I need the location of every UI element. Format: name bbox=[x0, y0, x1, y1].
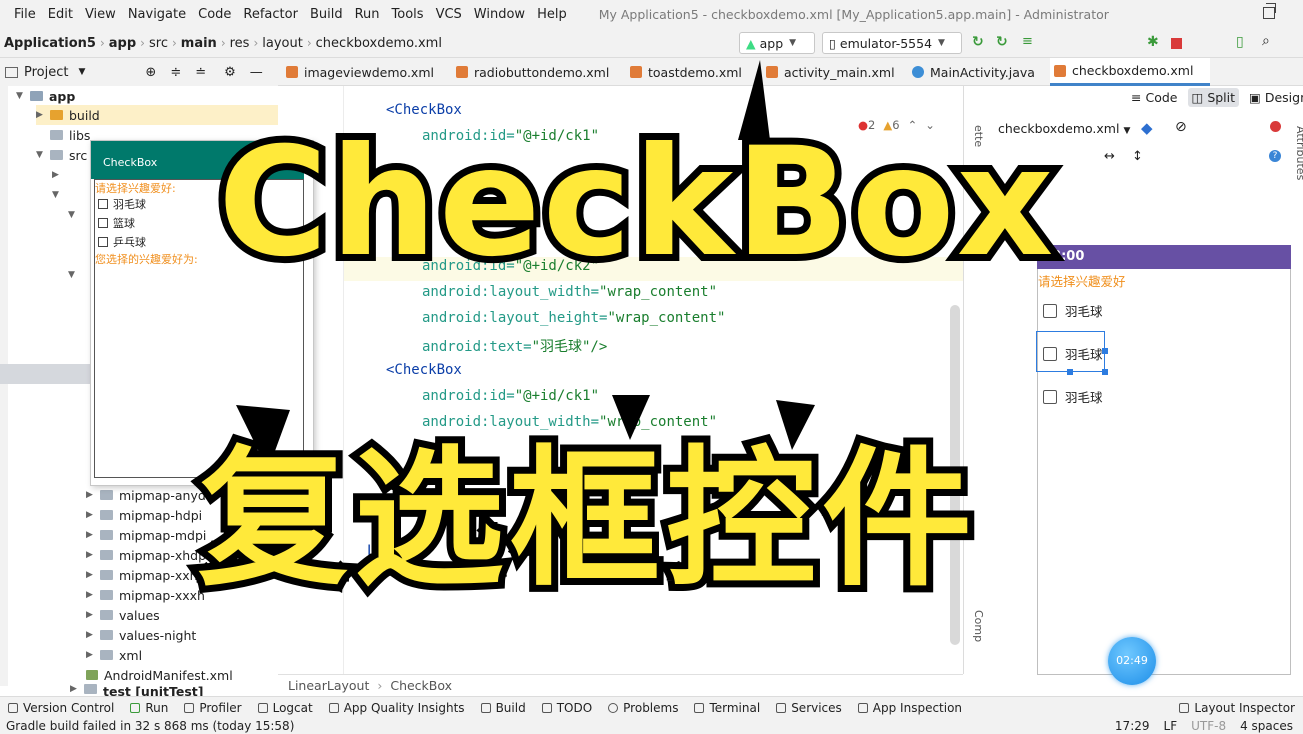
overlay-title-en: CheckBox bbox=[211, 109, 1060, 297]
overlay-title-zh: 复选框控件 bbox=[191, 426, 979, 614]
